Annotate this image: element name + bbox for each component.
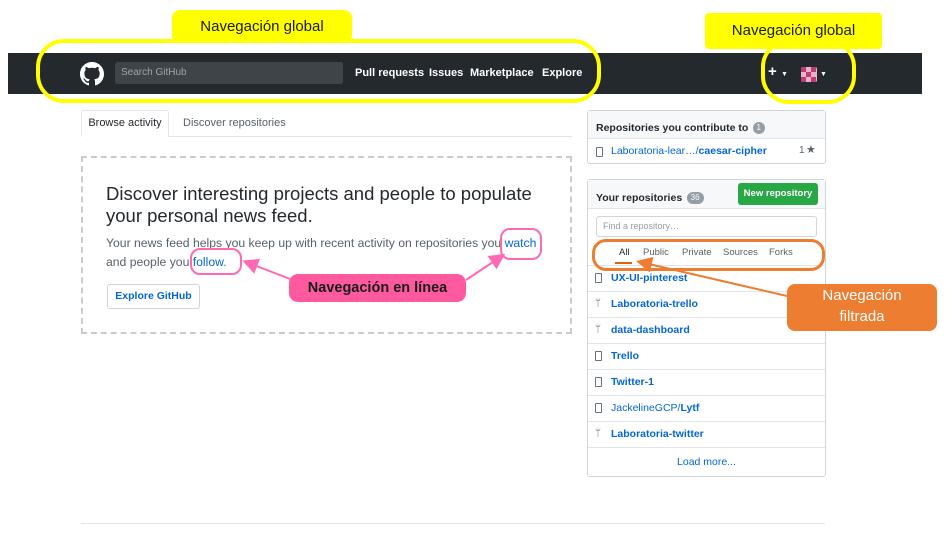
fork-icon: ᛘ xyxy=(595,298,601,309)
new-repository-button[interactable]: New repository xyxy=(738,183,818,205)
repo-icon xyxy=(596,146,603,157)
repo-link[interactable]: Twitter-1 xyxy=(611,376,654,388)
contribute-panel: Repositories you contribute to 1 Laborat… xyxy=(587,110,826,164)
repo-row-twitter-1[interactable]: Twitter-1 xyxy=(588,369,825,395)
fork-icon: ᛘ xyxy=(595,428,601,439)
contribute-repo-name: caesar-cipher xyxy=(698,145,767,157)
repo-owner: JackelineGCP/ xyxy=(611,402,681,414)
repo-row-laboratoria-twitter[interactable]: ᛘ Laboratoria-twitter xyxy=(588,421,825,447)
repo-link[interactable]: Laboratoria-twitter xyxy=(611,428,704,440)
annotation-inline-nav: Navegación en línea xyxy=(289,274,466,302)
contribute-header: Repositories you contribute to 1 xyxy=(588,111,825,139)
annotation-filtered-nav: Navegación filtrada xyxy=(787,284,937,331)
annotation-global-nav: Navegación global xyxy=(172,10,352,43)
repo-name: Lytf xyxy=(680,402,700,414)
repo-icon xyxy=(595,376,605,388)
global-nav-highlight xyxy=(36,39,601,103)
load-more-link[interactable]: Load more... xyxy=(588,456,825,468)
discover-text: Your news feed helps you keep up with re… xyxy=(106,234,556,272)
repo-link[interactable]: data-dashboard xyxy=(611,324,690,336)
repo-link[interactable]: Laboratoria-trello xyxy=(611,298,698,310)
annotation-filtered-nav-line2: filtrada xyxy=(839,308,885,325)
repo-link[interactable]: JackelineGCP/Lytf xyxy=(611,402,699,414)
repo-row-trello[interactable]: Trello xyxy=(588,343,825,369)
fork-icon: ᛘ xyxy=(595,324,601,335)
contribute-repo-row[interactable]: Laboratoria-lear…/caesar-cipher 1 ★ xyxy=(588,139,825,164)
discover-title: Discover interesting projects and people… xyxy=(106,183,532,226)
tab-browse-activity[interactable]: Browse activity xyxy=(81,110,169,137)
follow-highlight xyxy=(190,248,242,275)
repo-link[interactable]: UX-UI-pinterest xyxy=(611,272,687,284)
footer-divider xyxy=(81,523,825,524)
contribute-repo-link[interactable]: Laboratoria-lear…/caesar-cipher xyxy=(611,145,767,157)
discover-text-part2: and people you xyxy=(106,255,193,269)
star-count: 1 xyxy=(799,145,805,156)
contribute-count-badge: 1 xyxy=(752,122,765,134)
repositories-count-badge: 36 xyxy=(686,192,704,204)
explore-github-button[interactable]: Explore GitHub xyxy=(107,284,200,309)
star-icon: ★ xyxy=(806,144,816,156)
watch-highlight xyxy=(500,228,542,260)
repo-icon xyxy=(595,272,605,284)
repo-icon xyxy=(595,402,605,414)
row-divider xyxy=(588,447,825,448)
annotation-global-nav-right: Navegación global xyxy=(705,13,882,49)
your-repositories-title: Your repositories xyxy=(596,192,683,204)
tab-discover-repositories[interactable]: Discover repositories xyxy=(183,117,286,129)
discover-text-part1: Your news feed helps you keep up with re… xyxy=(106,236,505,250)
annotation-filtered-nav-line1: Navegación xyxy=(822,287,902,304)
repo-row-lytf[interactable]: JackelineGCP/Lytf xyxy=(588,395,825,421)
contribute-title: Repositories you contribute to xyxy=(596,122,749,134)
contribute-repo-owner: Laboratoria-lear…/ xyxy=(611,145,699,157)
repo-link[interactable]: Trello xyxy=(611,350,639,362)
filter-nav-highlight xyxy=(592,239,825,271)
find-repository-input[interactable]: Find a repository… xyxy=(596,216,817,237)
repo-icon xyxy=(595,350,605,362)
